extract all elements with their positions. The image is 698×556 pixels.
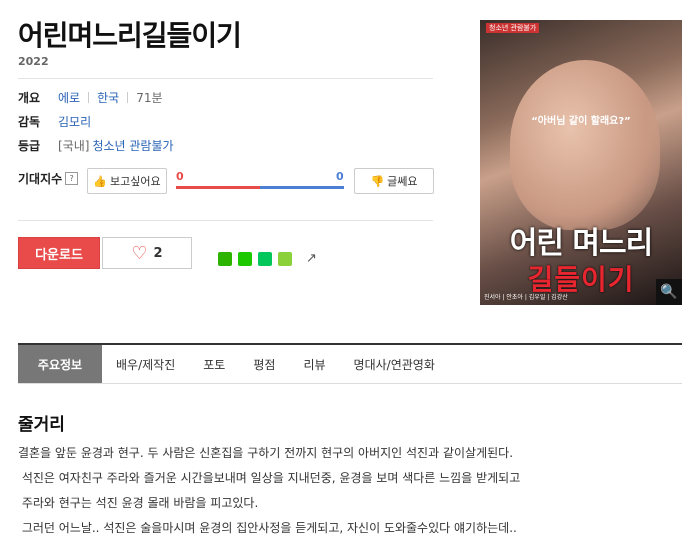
notwant-count: 0 [336,170,344,183]
expectation-label: 기대지수 [18,172,63,186]
want-count: 0 [176,170,184,183]
notwant-bar [260,186,344,189]
not-sure-label: 글쎄요 [387,175,418,188]
zoom-icon[interactable]: 🔍 [656,279,682,305]
want-to-see-button[interactable]: 👍 보고싶어요 [87,168,167,194]
tab-cast-crew[interactable]: 배우/제작진 [102,345,189,383]
tab-reviews[interactable]: 리뷰 [289,345,339,383]
rating-link[interactable]: 청소년 관람불가 [92,137,173,154]
synopsis-title: 줄거리 [18,415,65,435]
director-link[interactable]: 김모리 [58,113,91,130]
band-share-icon[interactable] [218,252,232,266]
download-button[interactable]: 다운로드 [18,237,100,269]
synopsis-text: 결혼을 앞둔 윤경과 현구. 두 사람은 신혼집을 구하기 전까지 현구의 아버… [18,441,520,541]
director-row: 감독 김모리 [18,113,91,130]
like-count: 2 [153,245,163,261]
synopsis-line: 결혼을 앞둔 윤경과 현구. 두 사람은 신혼집을 구하기 전까지 현구의 아버… [18,446,514,460]
rating-region: [국내] [58,139,90,153]
movie-title: 어린며느리길들이기 [18,19,242,52]
divider [18,78,433,79]
director-label: 감독 [18,115,41,129]
genre-link[interactable]: 에로 [58,89,80,106]
poster-cast: 진서아 | 안초아 | 김우일 | 김강산 [484,294,568,301]
poster-rating-tag: 청소년 관람불가 [486,23,540,33]
synopsis-line: 주라와 현구는 석진 윤경 몰래 바람을 피고있다. [18,496,259,510]
want-to-see-label: 보고싶어요 [110,175,161,188]
overview-label: 개요 [18,91,41,105]
expectation-label-group: 기대지수 ? [18,170,79,187]
poster-title-line1: 어린 며느리 [509,226,653,261]
heart-icon: ♡ [131,242,148,264]
memo-share-icon[interactable] [278,252,292,266]
poster-quote: “아버님 같이 할래요?” [531,116,631,127]
rating-row: 등급 [국내] 청소년 관람불가 [18,137,174,154]
synopsis-line: 그러던 어느날.. 석진은 술을마시며 윤경의 집안사정을 듣게되고, 자신이 … [18,521,517,535]
divider [18,220,433,221]
movie-poster[interactable]: 청소년 관람불가 “아버님 같이 할래요?” 어린 며느리 길들이기 진서아 |… [480,20,682,305]
not-sure-button[interactable]: 👎 글쎄요 [354,168,434,194]
thumbs-up-icon: 👍 [93,174,108,188]
thumbs-down-icon: 👎 [370,174,385,188]
tab-photo[interactable]: 포토 [189,345,239,383]
synopsis-line: 석진은 여자친구 주라와 즐거운 시간을보내며 일상을 지내던중, 윤경을 보며… [18,471,521,485]
help-icon[interactable]: ? [65,172,79,185]
detail-tabs: 주요정보 배우/제작진 포토 평점 리뷰 명대사/연관영화 [18,343,682,384]
share-icon[interactable]: ↗ [306,252,320,266]
country-link[interactable]: 한국 [97,89,119,106]
share-icons: ↗ [218,252,320,266]
cafe-share-icon[interactable] [238,252,252,266]
runtime: 71분 [136,91,163,105]
tab-ratings[interactable]: 평점 [239,345,289,383]
tab-main-info[interactable]: 주요정보 [18,345,102,383]
tab-quotes-related[interactable]: 명대사/연관영화 [340,345,449,383]
want-bar [176,186,260,189]
blog-share-icon[interactable] [258,252,272,266]
rating-label: 등급 [18,139,41,153]
release-year: 2022 [18,55,49,68]
overview-row: 개요 에로 한국 71분 [18,89,163,106]
like-button[interactable]: ♡ 2 [102,237,192,269]
